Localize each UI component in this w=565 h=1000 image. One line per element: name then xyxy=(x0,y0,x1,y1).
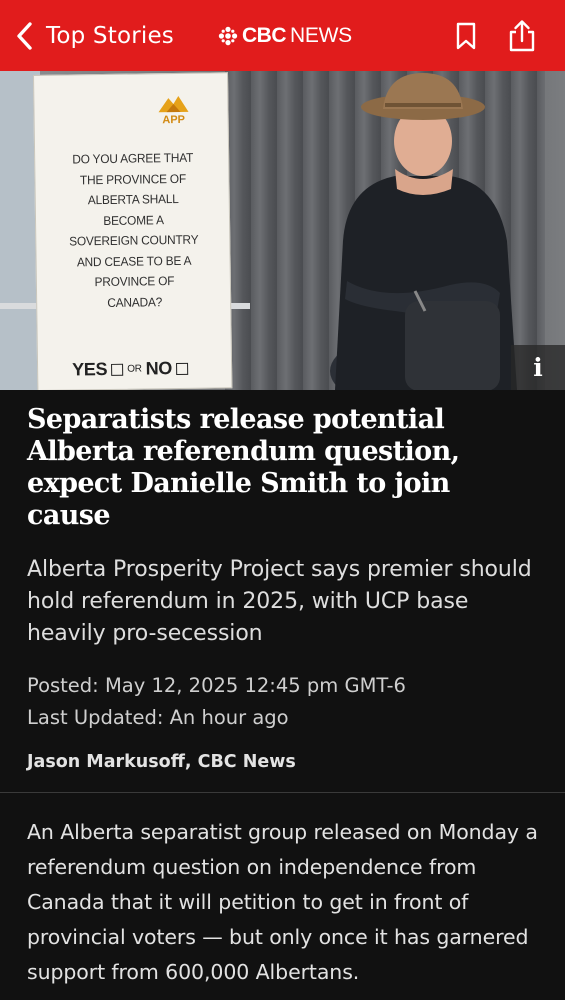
sign-or: OR xyxy=(127,363,142,375)
posted-date: Posted: May 12, 2025 12:45 pm GMT-6 xyxy=(27,674,406,697)
yes-checkbox-icon xyxy=(111,363,124,376)
brand-cbc: CBC xyxy=(242,23,287,47)
no-checkbox-icon xyxy=(175,362,189,375)
sign-question-line: PROVINCE OF xyxy=(94,274,175,290)
divider xyxy=(0,792,565,793)
referendum-sign: APP DO YOU AGREE THAT THE PROVINCE OF AL… xyxy=(33,72,233,390)
hero-photo[interactable]: APP DO YOU AGREE THAT THE PROVINCE OF AL… xyxy=(0,71,565,390)
sign-yes: YES xyxy=(71,358,108,380)
top-navigation-bar: Top Stories CBC NEWS xyxy=(0,0,565,71)
sign-question-line: BECOME A xyxy=(103,212,164,228)
sign-yes-no: YES OR NO xyxy=(71,358,189,381)
sign-question-line: ALBERTA SHALL xyxy=(87,191,179,208)
sign-question-line: AND CEASE TO BE A xyxy=(76,253,192,269)
article-body-paragraph: An Alberta separatist group released on … xyxy=(27,820,538,984)
byline[interactable]: Jason Markusoff, CBC News xyxy=(27,752,538,772)
sign-question-line: CANADA? xyxy=(107,294,163,310)
sign-no: NO xyxy=(145,358,173,379)
sign-question-line: DO YOU AGREE THAT xyxy=(72,150,194,167)
back-label: Top Stories xyxy=(46,22,174,49)
share-icon[interactable] xyxy=(507,19,537,53)
sign-question-line: SOVEREIGN COUNTRY xyxy=(69,232,199,249)
article: Separatists release potential Alberta re… xyxy=(0,404,565,990)
app-logo: APP xyxy=(152,92,194,127)
cbc-news-logo: CBC NEWS xyxy=(218,0,352,71)
bookmark-icon[interactable] xyxy=(455,21,477,51)
photo-info-button[interactable]: i xyxy=(511,345,565,390)
back-button[interactable]: Top Stories xyxy=(14,21,174,51)
app-logo-text: APP xyxy=(162,113,186,127)
article-meta: Posted: May 12, 2025 12:45 pm GMT-6 Last… xyxy=(27,670,538,734)
sign-question: DO YOU AGREE THAT THE PROVINCE OF ALBERT… xyxy=(49,147,218,313)
cbc-gem-icon xyxy=(218,26,238,46)
man-in-cowboy-hat xyxy=(325,71,525,390)
brand-news: NEWS xyxy=(290,23,352,47)
sign-question-line: THE PROVINCE OF xyxy=(79,171,187,187)
chevron-left-icon xyxy=(14,21,36,51)
last-updated: Last Updated: An hour ago xyxy=(27,706,289,729)
article-dek: Alberta Prosperity Project says premier … xyxy=(27,557,532,646)
article-headline: Separatists release potential Alberta re… xyxy=(27,404,460,531)
